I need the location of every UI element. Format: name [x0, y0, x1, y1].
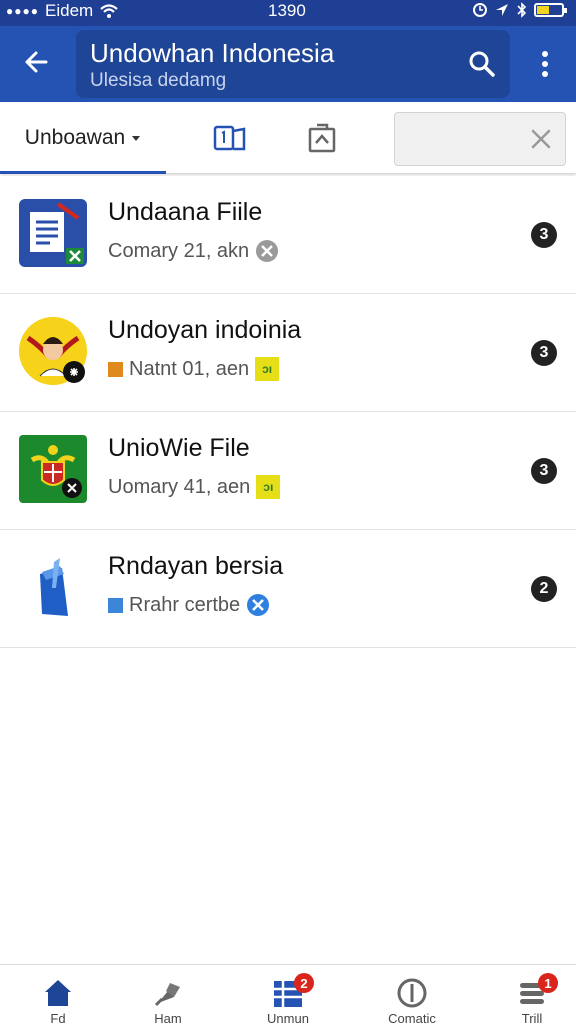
- active-tab-indicator: [0, 171, 166, 174]
- more-vertical-icon: [542, 51, 548, 77]
- status-left: ●●●● Eidem: [6, 1, 119, 21]
- search-icon: [469, 51, 495, 77]
- nav-label: Trill: [521, 1011, 543, 1024]
- app-subtitle: Ulesisa dedamg: [90, 70, 227, 91]
- battery-icon: [534, 3, 567, 17]
- more-menu-button[interactable]: [530, 42, 560, 86]
- yellow-tag-icon[interactable]: ɔı: [255, 357, 280, 381]
- search-button[interactable]: [464, 46, 500, 82]
- alarm-icon: [473, 3, 487, 17]
- blue-pen-file-icon: [40, 558, 68, 616]
- caret-down-icon: [132, 136, 141, 141]
- stack-icon: 1: [514, 973, 558, 1009]
- status-time: 1390: [268, 1, 306, 20]
- gray-close-icon[interactable]: [255, 239, 279, 263]
- back-button[interactable]: [14, 40, 58, 84]
- file-meta: Comary 21, akn: [108, 238, 279, 264]
- circle-line-icon: [394, 977, 430, 1009]
- file-title: Undoyan indoinia: [108, 316, 302, 344]
- filter-field[interactable]: [394, 112, 566, 166]
- file-item[interactable]: Undoyan indoinia Natnt 01, aen ɔı 3: [0, 294, 576, 412]
- count-badge: 3: [531, 340, 557, 366]
- count-badge: 3: [531, 458, 557, 484]
- tab-unboawan[interactable]: Unboawan: [0, 102, 166, 174]
- nav-item-fd[interactable]: Fd: [0, 965, 116, 1024]
- nav-item-trill[interactable]: 1 Trill: [474, 965, 576, 1024]
- notification-badge: 2: [294, 973, 314, 993]
- location-arrow-icon: [496, 4, 508, 16]
- nav-item-ham[interactable]: Ham: [110, 965, 226, 1024]
- signal-dots-icon: ●●●●: [6, 4, 39, 18]
- file-title: UnioWie File: [108, 434, 250, 462]
- close-icon: [531, 129, 551, 149]
- file-item[interactable]: Rndayan bersia Rrahr certbe 2: [0, 530, 576, 648]
- grid-list-icon: 2: [270, 973, 314, 1009]
- status-bar: ●●●● Eidem 1390: [0, 0, 576, 26]
- file-title: Rndayan bersia: [108, 552, 284, 580]
- tab-label: Unboawan: [24, 126, 126, 149]
- blue-square-icon: [108, 597, 123, 613]
- file-meta: Uomary 41, aen ɔı: [108, 474, 281, 500]
- wifi-icon: [100, 4, 118, 18]
- orange-square-icon: [108, 361, 123, 377]
- file-item[interactable]: UnioWie File Uomary 41, aen ɔı 3: [0, 412, 576, 530]
- notification-badge: 1: [538, 973, 558, 993]
- tab-document-number[interactable]: [212, 120, 248, 156]
- count-badge: 2: [531, 576, 557, 602]
- count-badge: 3: [531, 222, 557, 248]
- file-item[interactable]: Undaana Fiile Comary 21, akn 3: [0, 176, 576, 294]
- status-right: [472, 2, 567, 18]
- home-icon: [40, 977, 76, 1009]
- file-meta-text: Natnt 01, aen: [129, 357, 250, 380]
- tab-upload-box[interactable]: [304, 120, 340, 156]
- carrier-label: Eidem: [45, 1, 94, 20]
- bluetooth-icon: [517, 2, 527, 18]
- file-meta: Natnt 01, aen ɔı: [108, 356, 280, 382]
- document-number-icon: [213, 125, 246, 151]
- arrow-left-icon: [25, 51, 48, 73]
- nav-item-comatic[interactable]: Comatic: [354, 965, 470, 1024]
- pin-icon: [150, 977, 186, 1009]
- app-bar: Undowhan Indonesia Ulesisa dedamg: [0, 26, 576, 102]
- file-meta-text: Uomary 41, aen: [108, 475, 251, 498]
- file-meta-text: Rrahr certbe: [129, 593, 241, 616]
- nav-item-unmun[interactable]: 2 Unmun: [230, 965, 346, 1024]
- file-meta-text: Comary 21, akn: [108, 239, 250, 262]
- file-title: Undaana Fiile: [108, 198, 263, 226]
- nav-label: Ham: [154, 1011, 182, 1024]
- tab-row: Unboawan: [0, 102, 576, 174]
- search-box[interactable]: Undowhan Indonesia Ulesisa dedamg: [76, 30, 510, 98]
- bottom-nav: Fd Ham 2 Unmun Comatic 1 Trill: [0, 964, 576, 1024]
- app-title: Undowhan Indonesia: [90, 38, 335, 68]
- clear-button[interactable]: [525, 123, 557, 155]
- file-meta: Rrahr certbe: [108, 592, 270, 618]
- nav-label: Comatic: [388, 1011, 436, 1024]
- coat-of-arms-icon: [19, 435, 87, 503]
- nav-label: Unmun: [267, 1011, 309, 1024]
- yellow-tag-icon[interactable]: ɔı: [256, 475, 281, 499]
- document-excel-icon: [19, 199, 87, 267]
- upload-box-icon: [308, 123, 336, 153]
- nav-label: Fd: [50, 1011, 66, 1024]
- garuda-emblem-icon: [19, 317, 87, 385]
- blue-close-icon[interactable]: [246, 593, 270, 617]
